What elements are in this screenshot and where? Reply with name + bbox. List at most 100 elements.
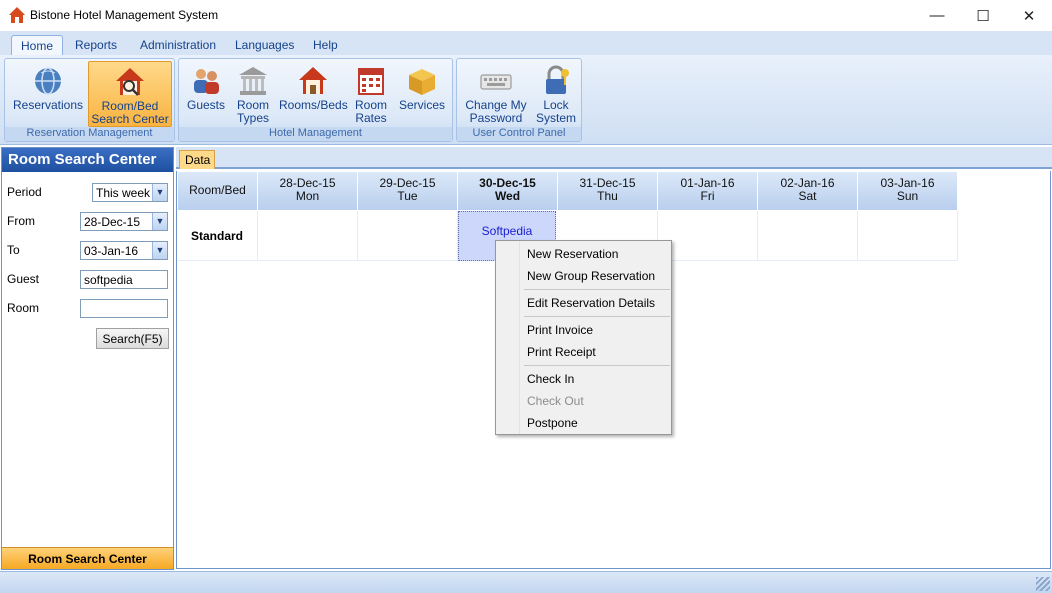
grid-cell[interactable] bbox=[658, 211, 758, 261]
box-icon bbox=[409, 69, 435, 95]
grid-cell[interactable] bbox=[758, 211, 858, 261]
day-header[interactable]: 31-Dec-15 Thu bbox=[558, 172, 658, 210]
room-row-label: Standard bbox=[191, 229, 244, 243]
menu-separator bbox=[524, 365, 670, 366]
day-header[interactable]: 29-Dec-15 Tue bbox=[358, 172, 458, 210]
day-header-date: 03-Jan-16 bbox=[880, 176, 935, 190]
grid-corner-header: Room/Bed bbox=[178, 172, 258, 210]
reservations-button[interactable]: Reservations bbox=[11, 61, 85, 127]
room-rates-button[interactable]: Room Rates bbox=[349, 61, 393, 127]
group-label-hotel: Hotel Management bbox=[179, 127, 452, 141]
group-label-reservation: Reservation Management bbox=[5, 127, 174, 141]
chevron-down-icon[interactable]: ▼ bbox=[152, 242, 167, 259]
day-header-date: 01-Jan-16 bbox=[680, 176, 735, 190]
window-title: Bistone Hotel Management System bbox=[30, 8, 219, 22]
maximize-button[interactable]: ☐ bbox=[960, 0, 1006, 31]
menu-check-in[interactable]: Check In bbox=[527, 372, 574, 386]
day-header-date: 02-Jan-16 bbox=[780, 176, 835, 190]
rooms-beds-label: Rooms/Beds bbox=[279, 98, 348, 112]
grid-cell[interactable] bbox=[358, 211, 458, 261]
room-input[interactable] bbox=[80, 299, 168, 318]
to-date-picker[interactable]: 03-Jan-16 ▼ bbox=[80, 241, 168, 260]
building-icon bbox=[239, 67, 267, 95]
day-header-day: Tue bbox=[397, 189, 418, 203]
group-label-user-control: User Control Panel bbox=[457, 127, 581, 141]
chevron-down-icon[interactable]: ▼ bbox=[152, 213, 167, 230]
change-password-label-2: Password bbox=[469, 111, 523, 125]
tab-data[interactable]: Data bbox=[179, 150, 215, 169]
panel-footer-tab[interactable]: Room Search Center bbox=[2, 547, 173, 569]
search-button[interactable]: Search(F5) bbox=[96, 328, 169, 349]
menu-gutter bbox=[496, 241, 520, 434]
tab-reports[interactable]: Reports bbox=[66, 35, 126, 56]
tab-home[interactable]: Home bbox=[11, 35, 64, 56]
menu-postpone[interactable]: Postpone bbox=[527, 416, 578, 430]
day-header-today[interactable]: 30-Dec-15 Wed bbox=[458, 172, 558, 210]
day-header[interactable]: 02-Jan-16 Sat bbox=[758, 172, 858, 210]
menu-check-out: Check Out bbox=[527, 394, 584, 408]
group-hotel-management: Guests Room Types Rooms/Beds Room Rates … bbox=[178, 58, 453, 142]
tab-help[interactable]: Help bbox=[304, 35, 347, 56]
people-icon bbox=[194, 69, 219, 94]
room-types-label-2: Types bbox=[236, 111, 269, 125]
change-password-button[interactable]: Change My Password bbox=[461, 61, 531, 127]
app-house-icon bbox=[9, 7, 25, 23]
guests-button[interactable]: Guests bbox=[183, 61, 229, 127]
panel-title: Room Search Center bbox=[2, 148, 173, 172]
day-header[interactable]: 01-Jan-16 Fri bbox=[658, 172, 758, 210]
rooms-beds-button[interactable]: Rooms/Beds bbox=[279, 61, 348, 127]
reservation-guest: Softpedia bbox=[481, 224, 533, 238]
room-row: Room bbox=[7, 299, 172, 319]
lock-system-label-2: System bbox=[535, 111, 576, 125]
period-value: This week bbox=[96, 186, 151, 200]
day-header-date: 31-Dec-15 bbox=[579, 176, 636, 190]
menu-separator bbox=[524, 289, 670, 290]
day-header-date: 30-Dec-15 bbox=[479, 176, 536, 190]
day-header-day: Wed bbox=[494, 189, 521, 203]
resize-grip-icon[interactable] bbox=[1036, 577, 1050, 591]
from-label: From bbox=[7, 214, 35, 228]
tab-administration[interactable]: Administration bbox=[131, 35, 225, 56]
close-button[interactable]: ✕ bbox=[1006, 0, 1052, 31]
menu-print-receipt[interactable]: Print Receipt bbox=[527, 345, 596, 359]
menu-tabs: Home Reports Administration Languages He… bbox=[0, 31, 1052, 56]
house-icon bbox=[299, 67, 327, 94]
room-types-button[interactable]: Room Types bbox=[231, 61, 275, 127]
calendar-icon bbox=[358, 68, 384, 95]
menu-edit-reservation[interactable]: Edit Reservation Details bbox=[527, 296, 655, 310]
grid-cell[interactable] bbox=[258, 211, 358, 261]
change-password-label-1: Change My bbox=[465, 98, 527, 112]
day-header-day: Fri bbox=[700, 189, 715, 203]
lock-system-button[interactable]: Lock System bbox=[534, 61, 578, 127]
menu-print-invoice[interactable]: Print Invoice bbox=[527, 323, 593, 337]
chevron-down-icon[interactable]: ▼ bbox=[152, 184, 167, 201]
menu-new-reservation[interactable]: New Reservation bbox=[527, 247, 618, 261]
day-header-date: 29-Dec-15 bbox=[379, 176, 436, 190]
from-value: 28-Dec-15 bbox=[84, 215, 141, 229]
group-user-control-panel: Change My Password Lock System User Cont… bbox=[456, 58, 582, 142]
from-date-picker[interactable]: 28-Dec-15 ▼ bbox=[80, 212, 168, 231]
day-header-day: Sun bbox=[896, 189, 919, 203]
minimize-button[interactable]: — bbox=[914, 0, 960, 31]
room-search-label-2: Search Center bbox=[91, 112, 169, 126]
day-header[interactable]: 28-Dec-15 Mon bbox=[258, 172, 358, 210]
ribbon: Reservations Room/Bed Search Center Rese… bbox=[0, 55, 1052, 145]
room-rates-label-1: Room bbox=[354, 98, 387, 112]
day-header[interactable]: 03-Jan-16 Sun bbox=[858, 172, 958, 210]
guest-input[interactable]: softpedia bbox=[80, 270, 168, 289]
room-search-center-button[interactable]: Room/Bed Search Center bbox=[88, 61, 172, 127]
room-label: Room bbox=[7, 301, 40, 315]
room-search-panel: Room Search Center Period This week ▼ Fr… bbox=[1, 147, 174, 570]
services-button[interactable]: Services bbox=[397, 61, 447, 127]
grid-cell[interactable] bbox=[858, 211, 958, 261]
services-label: Services bbox=[398, 98, 445, 112]
guest-row: Guest softpedia bbox=[7, 270, 172, 290]
room-search-label-1: Room/Bed bbox=[101, 99, 159, 113]
menu-new-group-reservation[interactable]: New Group Reservation bbox=[527, 269, 655, 283]
period-label: Period bbox=[7, 185, 42, 199]
context-menu: New Reservation New Group Reservation Ed… bbox=[495, 240, 672, 435]
tab-languages[interactable]: Languages bbox=[226, 35, 303, 56]
to-label: To bbox=[7, 243, 20, 257]
period-select[interactable]: This week ▼ bbox=[92, 183, 168, 202]
keyboard-icon bbox=[480, 74, 512, 90]
